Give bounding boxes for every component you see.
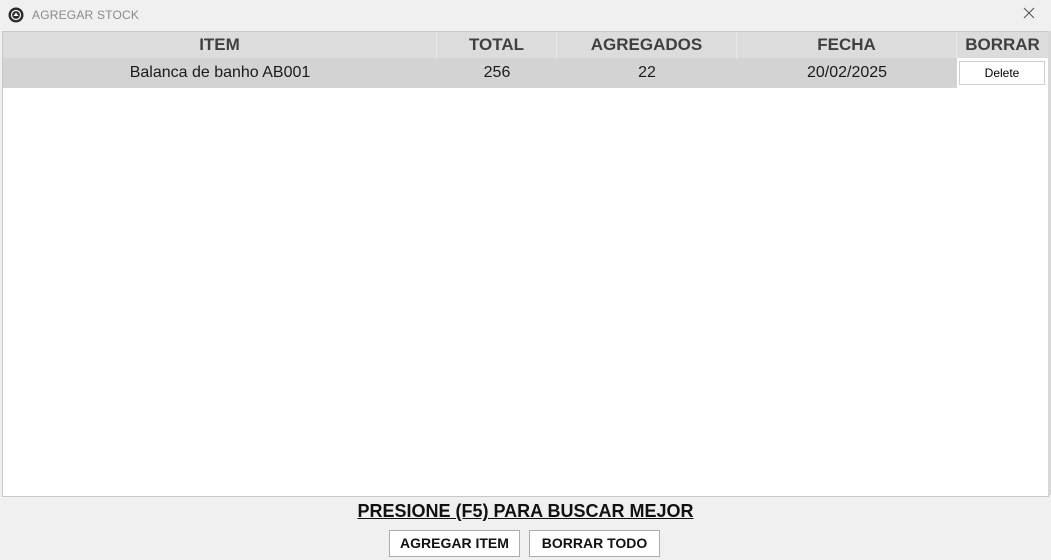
close-icon: [1023, 6, 1035, 24]
stock-table[interactable]: ITEM TOTAL AGREGADOS FECHA BORRAR Balanc…: [2, 31, 1049, 497]
add-item-button[interactable]: AGREGAR ITEM: [389, 530, 520, 557]
column-header-agregados[interactable]: AGREGADOS: [557, 32, 737, 58]
title-bar: AGREGAR STOCK: [0, 0, 1051, 30]
cell-total[interactable]: 256: [437, 58, 557, 88]
cell-item[interactable]: Balanca de banho AB001: [3, 58, 437, 88]
delete-row-button[interactable]: Delete: [959, 61, 1045, 85]
search-hint: PRESIONE (F5) PARA BUSCAR MEJOR: [357, 501, 694, 521]
column-header-borrar[interactable]: BORRAR: [957, 32, 1048, 58]
app-logo-icon: [8, 7, 24, 23]
column-header-item[interactable]: ITEM: [3, 32, 437, 58]
cell-agregados[interactable]: 22: [557, 58, 737, 88]
close-button[interactable]: [1017, 5, 1041, 25]
column-header-fecha[interactable]: FECHA: [737, 32, 957, 58]
column-header-total[interactable]: TOTAL: [437, 32, 557, 58]
table-header: ITEM TOTAL AGREGADOS FECHA BORRAR: [3, 32, 1048, 58]
cell-fecha[interactable]: 20/02/2025: [737, 58, 957, 88]
table-row[interactable]: Balanca de banho AB001 256 22 20/02/2025…: [3, 58, 1048, 88]
window-title: AGREGAR STOCK: [32, 8, 140, 22]
clear-all-button[interactable]: BORRAR TODO: [529, 530, 660, 557]
